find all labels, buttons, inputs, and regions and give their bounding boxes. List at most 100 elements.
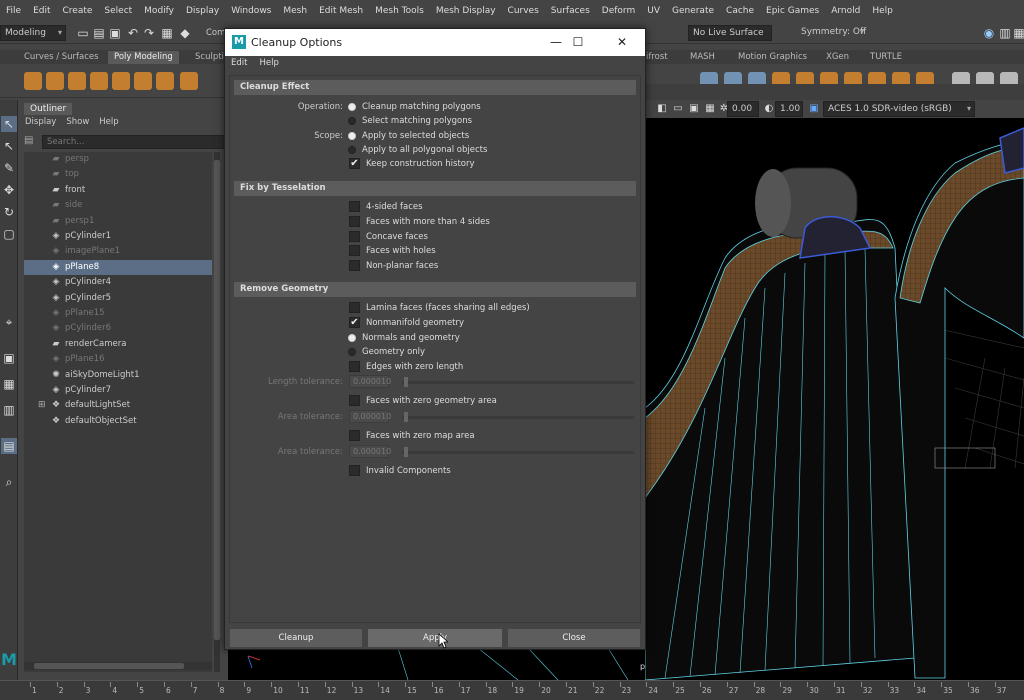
outliner-item-imageplane1[interactable]: ◈ imagePlane1 bbox=[24, 244, 212, 259]
menu-cache[interactable]: Cache bbox=[720, 6, 760, 16]
checkbox-keep-history[interactable]: ✔ bbox=[349, 158, 360, 169]
torus-icon[interactable] bbox=[112, 72, 130, 90]
outliner-horizontal-scrollbar[interactable] bbox=[24, 662, 212, 670]
menu-edit-mesh[interactable]: Edit Mesh bbox=[313, 6, 369, 16]
radio-select-matching[interactable] bbox=[348, 117, 356, 125]
save-scene-icon[interactable]: ▣ bbox=[108, 26, 122, 40]
menu-edit[interactable]: Edit bbox=[27, 6, 56, 16]
platonic-icon[interactable] bbox=[180, 72, 198, 90]
outliner-item-pplane15[interactable]: ◈ pPlane15 bbox=[24, 306, 212, 321]
open-scene-icon[interactable]: ▤ bbox=[92, 26, 106, 40]
cube-icon[interactable] bbox=[46, 72, 64, 90]
length-tolerance-field[interactable]: 0.000010 bbox=[349, 375, 391, 388]
minimize-icon[interactable]: — bbox=[545, 32, 567, 52]
rotate-tool-icon[interactable]: ↻ bbox=[1, 204, 17, 220]
shelf-tab-poly-modeling[interactable]: Poly Modeling bbox=[108, 51, 179, 64]
outliner-item-persp[interactable]: ▰ persp bbox=[24, 152, 212, 167]
outliner-item-pcylinder1[interactable]: ◈ pCylinder1 bbox=[24, 229, 212, 244]
gamma-field[interactable]: 1.00 bbox=[775, 101, 803, 117]
checkbox-invalid-components[interactable] bbox=[349, 465, 360, 476]
shelf-tab-xgen[interactable]: XGen bbox=[820, 51, 855, 64]
map-area-tolerance-field[interactable]: 0.000010 bbox=[349, 445, 391, 458]
radio-geometry-only[interactable] bbox=[348, 348, 356, 356]
outliner-item-pcylinder6[interactable]: ◈ pCylinder6 bbox=[24, 321, 212, 336]
gate-icon[interactable]: ▣ bbox=[687, 102, 701, 116]
menu-windows[interactable]: Windows bbox=[225, 6, 277, 16]
sphere-icon[interactable] bbox=[24, 72, 42, 90]
shelf-tab-motion-graphics[interactable]: Motion Graphics bbox=[732, 51, 813, 64]
cone-icon[interactable] bbox=[90, 72, 108, 90]
paint-select-icon[interactable]: ✎ bbox=[1, 160, 17, 176]
zoom-icon[interactable]: ⌕ bbox=[1, 474, 17, 490]
checkbox-concave[interactable] bbox=[349, 231, 360, 242]
move-tool-icon[interactable]: ✥ bbox=[1, 182, 17, 198]
outliner-layout-icon[interactable]: ▤ bbox=[1, 438, 17, 454]
menu-curves[interactable]: Curves bbox=[502, 6, 545, 16]
side-by-side-icon[interactable]: ▥ bbox=[1, 402, 17, 418]
scroll-thumb[interactable] bbox=[214, 160, 220, 640]
checkbox-nonmanifold[interactable]: ✔ bbox=[349, 317, 360, 328]
redo-icon[interactable]: ↷ bbox=[142, 26, 156, 40]
outliner-item-aiskydomelight1[interactable]: ✺ aiSkyDomeLight1 bbox=[24, 368, 212, 383]
lasso-tool-icon[interactable]: ↖ bbox=[1, 138, 17, 154]
menu-uv[interactable]: UV bbox=[641, 6, 666, 16]
length-tolerance-slider[interactable] bbox=[402, 381, 634, 384]
dialog-titlebar[interactable]: M Cleanup Options — ☐ ✕ bbox=[225, 29, 645, 56]
menu-set-dropdown[interactable]: Modeling ▾ bbox=[0, 25, 66, 41]
menu-deform[interactable]: Deform bbox=[596, 6, 641, 16]
select-mode-icon[interactable]: ◆ bbox=[178, 26, 192, 40]
outliner-menu-display[interactable]: Display bbox=[20, 117, 61, 131]
menu-modify[interactable]: Modify bbox=[138, 6, 180, 16]
maximize-icon[interactable]: ☐ bbox=[567, 32, 589, 52]
color-management-icon[interactable]: ▣ bbox=[807, 102, 821, 116]
four-view-icon[interactable]: ▦ bbox=[1, 376, 17, 392]
disc-icon[interactable] bbox=[156, 72, 174, 90]
modeling-toolkit-icon[interactable]: ▥ bbox=[998, 26, 1012, 40]
checkbox-lamina[interactable] bbox=[349, 302, 360, 313]
menu-mesh[interactable]: Mesh bbox=[277, 6, 313, 16]
map-area-tolerance-slider[interactable] bbox=[402, 451, 634, 454]
outliner-item-side[interactable]: ▰ side bbox=[24, 198, 212, 213]
checkbox-holes[interactable] bbox=[349, 245, 360, 256]
outliner-item-rendercamera[interactable]: ▰ renderCamera bbox=[24, 337, 212, 352]
dialog-menu-edit[interactable]: Edit bbox=[225, 57, 253, 72]
exposure-field[interactable]: 0.00 bbox=[727, 101, 759, 117]
grid-icon[interactable]: ▦ bbox=[160, 26, 174, 40]
scale-tool-icon[interactable]: ▢ bbox=[1, 226, 17, 242]
radio-apply-all[interactable] bbox=[348, 146, 356, 154]
sidebar-toggle-icon[interactable]: ◉ bbox=[982, 26, 996, 40]
outliner-search-input[interactable]: Search... ▾ bbox=[42, 135, 238, 149]
checkbox-zero-geometry-area[interactable] bbox=[349, 395, 360, 406]
plane-icon[interactable] bbox=[134, 72, 152, 90]
close-icon[interactable]: ✕ bbox=[611, 32, 633, 52]
outliner-menu-help[interactable]: Help bbox=[94, 117, 123, 131]
gamma-icon[interactable]: ◐ bbox=[762, 102, 776, 116]
menu-epic-games[interactable]: Epic Games bbox=[760, 6, 825, 16]
outliner-item-persp1[interactable]: ▰ persp1 bbox=[24, 214, 212, 229]
frame-icon[interactable]: ▭ bbox=[671, 102, 685, 116]
expand-icon[interactable]: ⊞ bbox=[38, 398, 48, 413]
outliner-item-pplane16[interactable]: ◈ pPlane16 bbox=[24, 352, 212, 367]
checkbox-zero-length-edges[interactable] bbox=[349, 361, 360, 372]
menu-create[interactable]: Create bbox=[57, 6, 99, 16]
outliner-item-pcylinder4[interactable]: ◈ pCylinder4 bbox=[24, 275, 212, 290]
single-view-icon[interactable]: ▣ bbox=[1, 350, 17, 366]
outliner-item-defaultobjectset[interactable]: ❖ defaultObjectSet bbox=[24, 414, 212, 429]
cylinder-icon[interactable] bbox=[68, 72, 86, 90]
soft-select-icon[interactable]: ⌖ bbox=[1, 314, 17, 330]
section-fix-by-tesselation[interactable]: Fix by Tesselation bbox=[234, 181, 636, 196]
outliner-item-front[interactable]: ▰ front bbox=[24, 183, 212, 198]
radio-apply-selected[interactable] bbox=[348, 132, 356, 140]
cleanup-button[interactable]: Cleanup bbox=[229, 628, 363, 648]
attribute-editor-icon[interactable]: ▦ bbox=[1012, 26, 1024, 40]
area-tolerance-field[interactable]: 0.000010 bbox=[349, 410, 391, 423]
shelf-tab-curves-surfaces[interactable]: Curves / Surfaces bbox=[18, 51, 105, 64]
undo-icon[interactable]: ↶ bbox=[126, 26, 140, 40]
section-cleanup-effect[interactable]: Cleanup Effect bbox=[234, 80, 636, 95]
outliner-vertical-scrollbar[interactable] bbox=[214, 152, 220, 672]
color-space-dropdown[interactable]: ACES 1.0 SDR-video (sRGB) ▾ bbox=[823, 101, 975, 117]
grid-toggle-icon[interactable]: ▦ bbox=[703, 102, 717, 116]
area-tolerance-slider[interactable] bbox=[402, 416, 634, 419]
menu-surfaces[interactable]: Surfaces bbox=[545, 6, 596, 16]
checkbox-4-sided[interactable] bbox=[349, 201, 360, 212]
